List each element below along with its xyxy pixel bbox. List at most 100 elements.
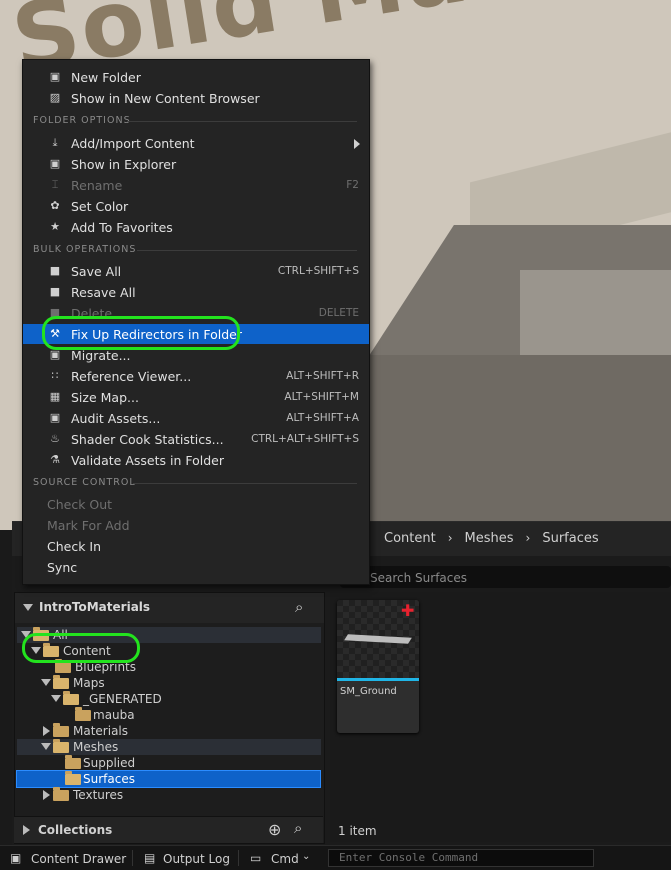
- tree-item-label: Materials: [73, 724, 129, 738]
- output-log-button[interactable]: Output Log: [163, 852, 230, 866]
- console-command-input[interactable]: [337, 850, 591, 865]
- expand-icon[interactable]: [41, 679, 51, 686]
- menu-item-migrate[interactable]: ▣ Migrate...: [23, 345, 369, 365]
- menu-item-fix-up-redirectors[interactable]: ⚒ Fix Up Redirectors in Folder: [23, 324, 369, 344]
- divider: [132, 850, 133, 866]
- breadcrumb-item[interactable]: Meshes: [465, 531, 514, 546]
- folder-context-menu: ▣ New Folder ▨ Show in New Content Brows…: [22, 59, 370, 585]
- folder-tree-panel: IntroToMaterials ⌕ All Content Blueprint…: [14, 592, 325, 844]
- expand-icon[interactable]: [51, 695, 61, 702]
- divider: [238, 850, 239, 866]
- cmd-dropdown[interactable]: Cmd: [271, 852, 299, 866]
- tree-item-textures[interactable]: Textures: [17, 787, 321, 803]
- folder-icon: [65, 755, 81, 769]
- tree-item-meshes[interactable]: Meshes: [17, 739, 321, 755]
- tree-item-label: Maps: [73, 676, 105, 690]
- breadcrumb-item[interactable]: Surfaces: [542, 531, 598, 546]
- new-asset-icon: ✚: [401, 601, 415, 620]
- menu-item-label: Sync: [47, 560, 78, 575]
- content-drawer-button[interactable]: Content Drawer: [31, 852, 126, 866]
- tree-item-label: mauba: [93, 708, 135, 722]
- folder-icon: [63, 691, 79, 705]
- folder-icon: [75, 707, 91, 721]
- add-collection-icon[interactable]: ⊕: [268, 820, 281, 839]
- shortcut-label: DELETE: [318, 307, 359, 319]
- content-browser-icon: ▨: [49, 91, 61, 104]
- tree-item-label: Meshes: [73, 740, 119, 754]
- search-icon[interactable]: ⌕: [294, 819, 302, 837]
- menu-item-label: Save All: [71, 264, 122, 279]
- menu-item-label: Check In: [47, 539, 102, 554]
- menu-item-label: New Folder: [71, 70, 141, 85]
- save-icon: ■: [49, 285, 61, 298]
- tree-item-content[interactable]: Content: [17, 643, 321, 659]
- expand-icon[interactable]: [21, 631, 31, 638]
- shader-icon: ♨: [50, 432, 60, 445]
- menu-item-mark-for-add[interactable]: Mark For Add: [23, 515, 369, 535]
- content-drawer-icon: ▣: [10, 851, 22, 865]
- expand-icon[interactable]: [43, 790, 50, 800]
- expand-icon[interactable]: [31, 647, 41, 654]
- folder-icon: [43, 643, 59, 657]
- menu-item-show-in-explorer[interactable]: ▣ Show in Explorer: [23, 154, 369, 174]
- tree-item-surfaces[interactable]: Surfaces: [16, 770, 321, 788]
- new-folder-icon: ▣: [49, 70, 61, 83]
- tree-item-label: Content: [63, 644, 111, 658]
- collections-label: Collections: [38, 823, 113, 837]
- menu-item-label: Size Map...: [71, 390, 139, 405]
- menu-item-delete[interactable]: ■ Delete DELETE: [23, 303, 369, 323]
- folder-icon: [53, 675, 69, 689]
- mesh-preview: [344, 634, 412, 644]
- collapse-icon[interactable]: [23, 604, 33, 611]
- chevron-down-icon[interactable]: ⌄: [302, 851, 310, 862]
- asset-type-bar: [337, 678, 419, 681]
- asset-search-bar: [340, 566, 671, 588]
- menu-item-size-map[interactable]: ▦ Size Map... ALT+SHIFT+M: [23, 387, 369, 407]
- menu-item-check-in[interactable]: Check In: [23, 536, 369, 556]
- delete-icon: ■: [49, 306, 61, 319]
- asset-thumbnail: ✚: [337, 600, 419, 680]
- tree-item-mauba[interactable]: mauba: [17, 707, 321, 723]
- output-log-icon: ▤: [144, 851, 156, 865]
- search-icon[interactable]: ⌕: [295, 598, 303, 616]
- menu-item-reference-viewer[interactable]: ∷ Reference Viewer... ALT+SHIFT+R: [23, 366, 369, 386]
- wrench-icon: ⚒: [50, 327, 60, 340]
- menu-item-check-out[interactable]: Check Out: [23, 494, 369, 514]
- expand-icon[interactable]: [43, 726, 50, 736]
- tree-item-materials[interactable]: Materials: [17, 723, 321, 739]
- section-header: BULK OPERATIONS: [33, 244, 137, 255]
- tree-item-all[interactable]: All: [17, 627, 321, 643]
- tree-item-label: Blueprints: [75, 660, 137, 674]
- asset-tile[interactable]: ✚ SM_Ground: [337, 600, 419, 733]
- menu-item-sync[interactable]: Sync: [23, 557, 369, 577]
- tree-item-supplied[interactable]: Supplied: [17, 755, 321, 771]
- shortcut-label: F2: [346, 179, 359, 191]
- menu-item-resave-all[interactable]: ■ Resave All: [23, 282, 369, 302]
- collections-header[interactable]: Collections ⊕ ⌕: [14, 816, 323, 843]
- menu-item-rename[interactable]: ⌶ Rename F2: [23, 175, 369, 195]
- menu-item-label: Fix Up Redirectors in Folder: [71, 327, 243, 342]
- folder-icon: [53, 739, 69, 753]
- breadcrumb: Content › Meshes › Surfaces: [384, 531, 599, 546]
- menu-item-add-import-content[interactable]: ⤓ Add/Import Content: [23, 133, 369, 153]
- expand-icon[interactable]: [41, 743, 51, 750]
- tree-item-maps[interactable]: Maps: [17, 675, 321, 691]
- menu-item-set-color[interactable]: ✿ Set Color: [23, 196, 369, 216]
- menu-item-save-all[interactable]: ■ Save All CTRL+SHIFT+S: [23, 261, 369, 281]
- tree-item-generated[interactable]: _GENERATED: [17, 691, 321, 707]
- tree-item-blueprints[interactable]: Blueprints: [17, 659, 321, 675]
- section-divider: [133, 483, 357, 484]
- menu-item-shader-cook-statistics[interactable]: ♨ Shader Cook Statistics... CTRL+ALT+SHI…: [23, 429, 369, 449]
- tree-header[interactable]: IntroToMaterials ⌕: [15, 593, 324, 623]
- menu-item-audit-assets[interactable]: ▣ Audit Assets... ALT+SHIFT+A: [23, 408, 369, 428]
- tree-item-label: _GENERATED: [83, 692, 162, 706]
- menu-item-add-to-favorites[interactable]: ★ Add To Favorites: [23, 217, 369, 237]
- breadcrumb-item[interactable]: Content: [384, 531, 436, 546]
- menu-item-new-folder[interactable]: ▣ New Folder: [23, 67, 369, 87]
- section-divider: [137, 250, 357, 251]
- menu-item-validate-assets[interactable]: ⚗ Validate Assets in Folder: [23, 450, 369, 470]
- menu-item-show-in-new-content-browser[interactable]: ▨ Show in New Content Browser: [23, 88, 369, 108]
- expand-icon[interactable]: [23, 825, 30, 835]
- section-header: SOURCE CONTROL: [33, 477, 136, 488]
- asset-search-input[interactable]: [368, 568, 662, 588]
